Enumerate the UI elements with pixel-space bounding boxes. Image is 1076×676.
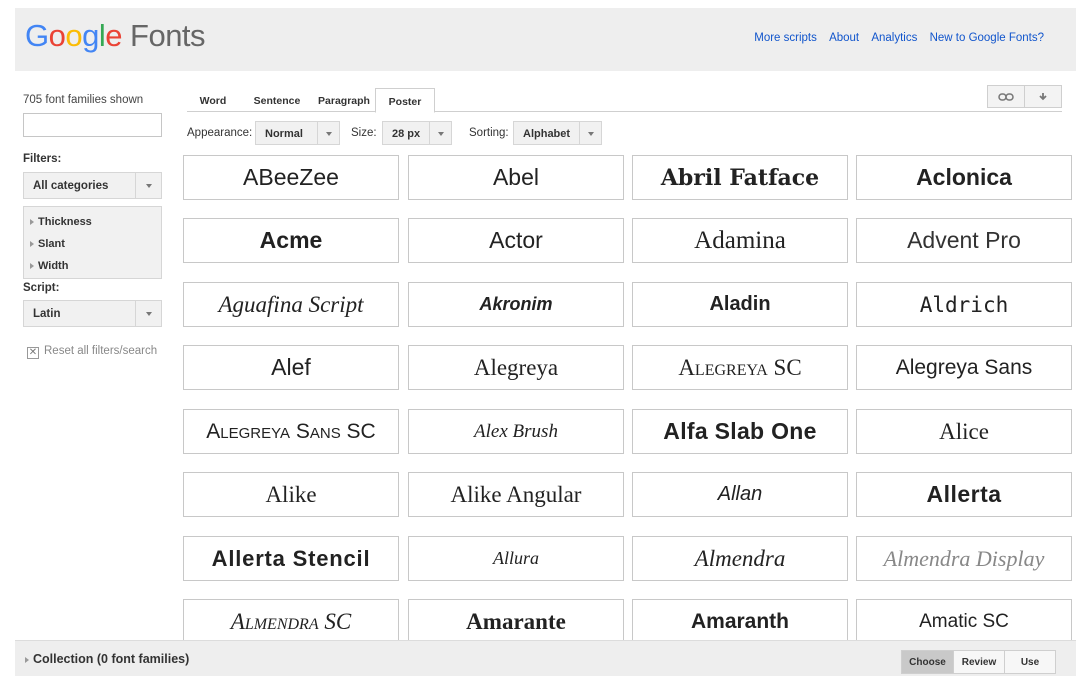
font-card[interactable]: Alice xyxy=(856,409,1072,454)
logo-letter: e xyxy=(105,18,123,53)
font-card[interactable]: ABeeZee xyxy=(183,155,399,200)
filter-thickness[interactable]: Thickness xyxy=(30,211,155,233)
more-scripts-link[interactable]: More scripts xyxy=(754,32,817,44)
logo-letter: o xyxy=(65,18,83,53)
about-link[interactable]: About xyxy=(829,32,859,44)
font-card[interactable]: Allerta Stencil xyxy=(183,536,399,581)
collection-label: Collection (0 font families) xyxy=(33,652,190,666)
toolbar-buttons xyxy=(987,85,1062,108)
tab-poster[interactable]: Poster xyxy=(375,88,435,113)
font-card[interactable]: Alike xyxy=(183,472,399,517)
font-grid: ABeeZee Abel Abril Fatface Aclonica Acme… xyxy=(183,155,1073,640)
expand-arrow-icon xyxy=(30,219,34,226)
font-card[interactable]: Almendra SC xyxy=(183,599,399,640)
script-dropdown[interactable]: Latin xyxy=(23,300,162,327)
expand-arrow-icon xyxy=(25,656,29,663)
appearance-value: Normal xyxy=(265,128,303,140)
collection-toggle[interactable]: Collection (0 font families) xyxy=(25,652,189,666)
font-card[interactable]: Amatic SC xyxy=(856,599,1072,640)
font-card[interactable]: Alike Angular xyxy=(408,472,624,517)
filters-label: Filters: xyxy=(23,153,62,165)
reset-label: Reset all filters/search xyxy=(44,345,158,357)
font-card[interactable]: Aguafina Script xyxy=(183,282,399,327)
view-tabs: Word Sentence Paragraph Poster xyxy=(187,88,1062,113)
font-card[interactable]: Alex Brush xyxy=(408,409,624,454)
font-card[interactable]: Alef xyxy=(183,345,399,390)
top-nav: More scripts About Analytics New to Goog… xyxy=(745,32,1044,44)
font-card[interactable]: Actor xyxy=(408,218,624,263)
search-input[interactable] xyxy=(23,113,162,137)
tab-word[interactable]: Word xyxy=(187,88,239,112)
review-button[interactable]: Review xyxy=(953,651,1004,673)
logo-suffix: Fonts xyxy=(130,18,206,53)
new-to-google-fonts-link[interactable]: New to Google Fonts? xyxy=(930,32,1044,44)
category-dropdown[interactable]: All categories xyxy=(23,172,162,199)
font-card[interactable]: Acme xyxy=(183,218,399,263)
filter-label: Width xyxy=(38,260,69,272)
font-card[interactable]: Adamina xyxy=(632,218,848,263)
script-label: Script: xyxy=(23,282,60,294)
download-icon[interactable] xyxy=(1024,86,1061,107)
font-count: 705 font families shown xyxy=(23,94,144,106)
font-card[interactable]: Alegreya SC xyxy=(632,345,848,390)
chevron-down-icon xyxy=(317,122,339,144)
filter-label: Thickness xyxy=(38,216,92,228)
font-card[interactable]: Aldrich xyxy=(856,282,1072,327)
font-card[interactable]: Alegreya xyxy=(408,345,624,390)
expand-arrow-icon xyxy=(30,241,34,248)
step-buttons: Choose Review Use xyxy=(901,650,1056,674)
size-label: Size: xyxy=(351,127,377,139)
choose-button[interactable]: Choose xyxy=(902,651,953,673)
filter-slant[interactable]: Slant xyxy=(30,233,155,255)
font-card[interactable]: Amaranth xyxy=(632,599,848,640)
chevron-down-icon xyxy=(135,173,161,198)
category-value: All categories xyxy=(33,180,109,192)
logo-letter: G xyxy=(25,18,49,53)
sorting-dropdown[interactable]: Alphabet xyxy=(513,121,602,145)
logo-letter: o xyxy=(48,18,66,53)
chevron-down-icon xyxy=(429,122,451,144)
chevron-down-icon xyxy=(135,301,161,326)
filter-label: Slant xyxy=(38,238,65,250)
sorting-value: Alphabet xyxy=(523,128,571,140)
google-fonts-logo[interactable]: Google Fonts xyxy=(25,18,206,54)
logo-letter: g xyxy=(82,18,99,53)
font-card[interactable]: Aclonica xyxy=(856,155,1072,200)
font-card[interactable]: Alegreya Sans xyxy=(856,345,1072,390)
font-card[interactable]: Abril Fatface xyxy=(632,155,848,200)
link-icon[interactable] xyxy=(988,86,1024,107)
reset-filters-button[interactable]: ✕ Reset all filters/search xyxy=(27,345,157,359)
font-card[interactable]: Abel xyxy=(408,155,624,200)
chevron-down-icon xyxy=(579,122,601,144)
script-value: Latin xyxy=(33,308,61,320)
close-icon: ✕ xyxy=(27,347,39,359)
font-card[interactable]: Almendra Display xyxy=(856,536,1072,581)
font-card[interactable]: Alfa Slab One xyxy=(632,409,848,454)
tab-paragraph[interactable]: Paragraph xyxy=(311,88,377,112)
font-card[interactable]: Amarante xyxy=(408,599,624,640)
analytics-link[interactable]: Analytics xyxy=(871,32,917,44)
expand-arrow-icon xyxy=(30,263,34,270)
font-card[interactable]: Allerta xyxy=(856,472,1072,517)
collection-tray: Collection (0 font families) Choose Revi… xyxy=(15,640,1076,676)
size-dropdown[interactable]: 28 px xyxy=(382,121,452,145)
appearance-dropdown[interactable]: Normal xyxy=(255,121,340,145)
tab-sentence[interactable]: Sentence xyxy=(245,88,309,112)
font-card[interactable]: Advent Pro xyxy=(856,218,1072,263)
appearance-label: Appearance: xyxy=(187,127,253,139)
font-card[interactable]: Allan xyxy=(632,472,848,517)
sorting-label: Sorting: xyxy=(469,127,509,139)
size-value: 28 px xyxy=(392,128,421,140)
font-card[interactable]: Allura xyxy=(408,536,624,581)
filter-group: Thickness Slant Width xyxy=(23,206,162,279)
filter-width[interactable]: Width xyxy=(30,255,155,277)
font-card[interactable]: Alegreya Sans SC xyxy=(183,409,399,454)
use-button[interactable]: Use xyxy=(1004,651,1055,673)
font-card[interactable]: Akronim xyxy=(408,282,624,327)
font-card[interactable]: Almendra xyxy=(632,536,848,581)
header: Google Fonts More scripts About Analytics… xyxy=(15,8,1076,71)
font-card[interactable]: Aladin xyxy=(632,282,848,327)
